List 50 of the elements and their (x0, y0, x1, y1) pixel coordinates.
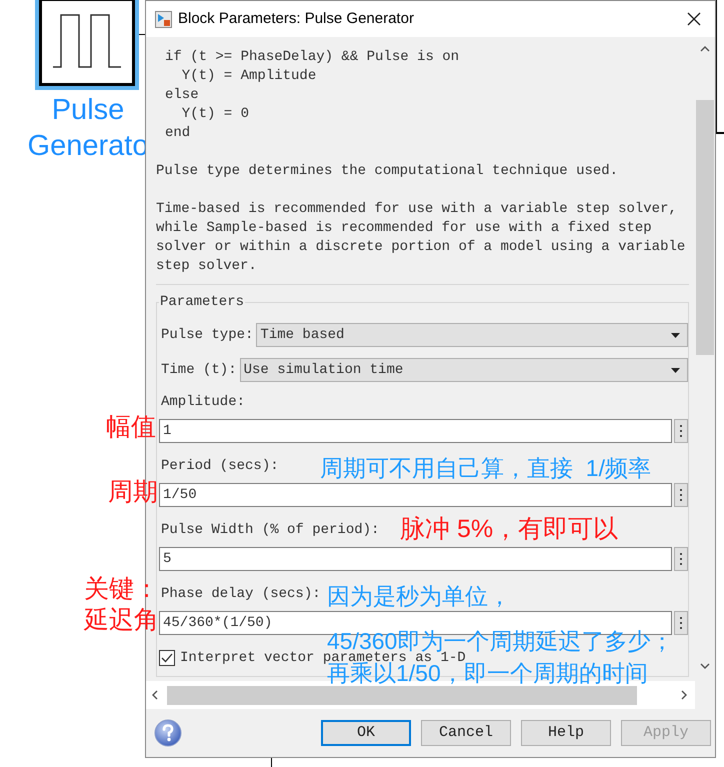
window-title: Block Parameters: Pulse Generator (178, 8, 415, 29)
more-options-button[interactable] (674, 611, 688, 635)
field-label: Time (t): (160, 360, 237, 380)
more-options-button[interactable] (674, 483, 688, 507)
close-icon[interactable] (687, 12, 701, 26)
help-icon[interactable] (154, 719, 182, 747)
input-field[interactable]: 1/50 (159, 483, 672, 507)
input-field[interactable]: 5 (159, 547, 672, 571)
dropdown[interactable]: Use simulation time (240, 358, 688, 382)
annotation-text: 幅值 (106, 412, 156, 442)
checkbox[interactable] (159, 650, 175, 666)
field-label: Amplitude: (160, 393, 246, 412)
dialog-button[interactable]: Help (521, 720, 611, 746)
signal-line (271, 757, 272, 767)
field-label: Phase delay (secs): (160, 585, 321, 604)
annotation-text: 周期 (108, 477, 158, 507)
code-line: else (164, 86, 200, 105)
scroll-left-icon[interactable] (152, 690, 158, 700)
pulse-block-icon[interactable] (35, 0, 139, 90)
input-field[interactable]: 1 (159, 419, 672, 443)
scroll-down-icon[interactable] (700, 663, 710, 669)
more-options-button[interactable] (674, 419, 688, 443)
description-text: Pulse type determines the computational technique used. (156, 162, 620, 181)
annotation-text: 因为是秒为单位， (327, 582, 511, 611)
more-options-button[interactable] (674, 547, 688, 571)
block-label: Generato (28, 129, 148, 164)
dropdown[interactable]: Time based (256, 323, 688, 347)
block-label: Pulse (52, 93, 124, 128)
description-text: Time-based is recommended for use with a variable step solver, while Sample-based is recommended for use with a fixed step solver or within a discrete portion of a model using a variable step solver. (156, 200, 686, 276)
annotation-text: 再乘以1/50，即一个周期的时间 (327, 660, 648, 688)
scroll-up-icon[interactable] (700, 46, 710, 52)
dialog-button[interactable]: Cancel (421, 720, 511, 746)
scroll-thumb[interactable] (167, 686, 637, 704)
dropdown-arrow-icon (671, 368, 680, 372)
code-line: if (t >= PhaseDelay) && Pulse is on (164, 48, 460, 67)
dialog-button[interactable]: OK (321, 720, 411, 746)
dropdown-arrow-icon (671, 332, 680, 338)
annotation-text: 周期可不用自己算，直接 1/频率 (320, 454, 651, 483)
code-line: Y(t) = 0 (180, 105, 250, 124)
annotation-text: 关键： (84, 574, 159, 604)
annotation-text: 脉冲 5%，有即可以 (400, 514, 618, 544)
field-label: Period (secs): (160, 457, 279, 476)
scroll-thumb[interactable] (696, 100, 714, 355)
annotation-text: 延迟角 (84, 605, 159, 635)
code-line: end (164, 124, 192, 143)
block-diagram-icon (155, 10, 172, 28)
field-label: Pulse Width (% of period): (160, 521, 380, 540)
code-line: Y(t) = Amplitude (180, 67, 318, 86)
field-label: Pulse type: (160, 326, 254, 344)
scroll-right-icon[interactable] (681, 690, 687, 700)
